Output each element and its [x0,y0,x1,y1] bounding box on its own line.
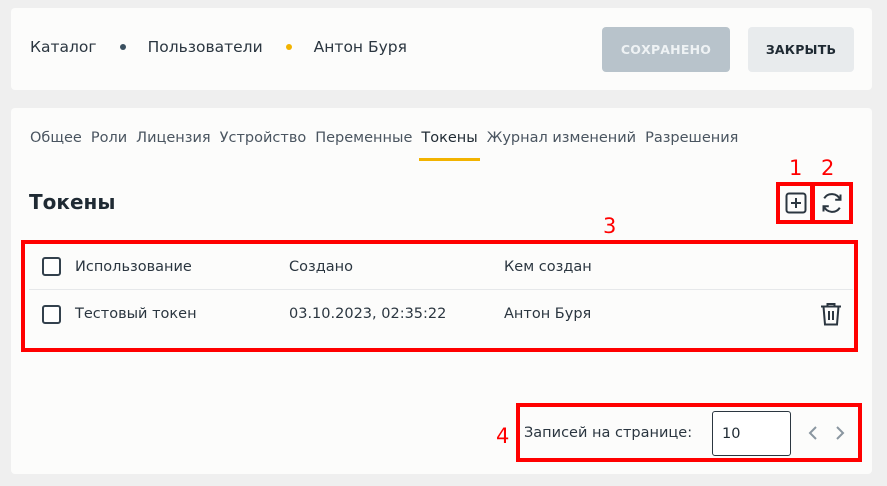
annotation-label-3: 3 [603,214,617,238]
breadcrumb-catalog[interactable]: Каталог [30,38,97,56]
annotation-box-4 [516,403,862,462]
tab-bar: Общее Роли Лицензия Устройство Переменны… [30,130,747,162]
annotation-label-2: 2 [821,156,835,180]
tab-variables[interactable]: Переменные [315,130,412,162]
tab-permissions[interactable]: Разрешения [645,130,738,162]
tab-roles[interactable]: Роли [91,130,127,162]
header-card: Каталог Пользователи Антон Буря СОХРАНЕН… [11,8,872,90]
section-title: Токены [29,190,116,214]
tab-change-log[interactable]: Журнал изменений [487,130,636,162]
tab-license[interactable]: Лицензия [136,130,210,162]
annotation-box-3 [21,240,858,352]
breadcrumb-separator-dot [285,44,292,50]
saved-button[interactable]: СОХРАНЕНО [602,27,730,72]
tab-tokens[interactable]: Токены [419,130,481,162]
tab-device[interactable]: Устройство [220,130,307,162]
breadcrumb-separator-dot [119,44,126,50]
breadcrumb-current-user: Антон Буря [313,38,407,56]
annotation-label-1: 1 [789,156,803,180]
close-button[interactable]: ЗАКРЫТЬ [748,27,854,72]
annotation-label-4: 4 [496,424,510,448]
tab-general[interactable]: Общее [30,130,82,162]
breadcrumb: Каталог Пользователи Антон Буря [30,38,407,56]
annotation-box-2 [811,182,853,224]
breadcrumb-users[interactable]: Пользователи [148,38,263,56]
annotation-box-1 [776,182,814,224]
